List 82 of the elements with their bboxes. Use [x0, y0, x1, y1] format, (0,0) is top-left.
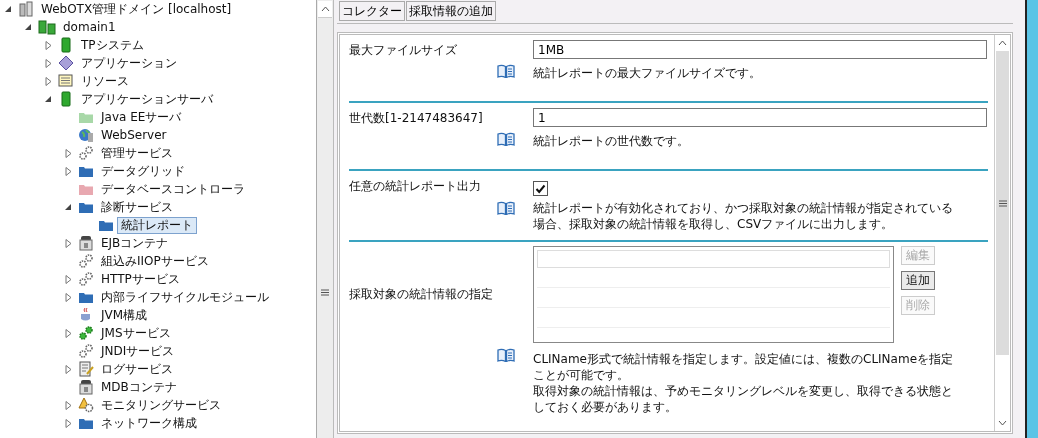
document-pencil-icon	[78, 361, 94, 377]
description-text: CLIName形式で統計情報を指定します。設定値には、複数のCLINameを指定ことが可能です。	[533, 351, 954, 383]
tree-item[interactable]: ログサービス	[97, 360, 177, 378]
document-list-icon	[58, 73, 74, 89]
tree-item[interactable]: WebOTX管理ドメイン [localhost]	[37, 0, 236, 18]
book-icon[interactable]	[497, 348, 515, 362]
expand-arrow-icon[interactable]	[64, 166, 73, 176]
expand-arrow-icon[interactable]	[64, 418, 73, 428]
grip-icon[interactable]	[321, 289, 329, 296]
warning-gear-icon	[78, 397, 94, 413]
tree-item[interactable]: 内部ライフサイクルモジュール	[97, 288, 273, 306]
tree-item[interactable]: データベースコントローラ	[97, 180, 249, 198]
field-label: 世代数[1-2147483647]	[349, 110, 484, 127]
expand-arrow-icon[interactable]	[64, 400, 73, 410]
expand-arrow-icon[interactable]	[64, 292, 73, 302]
book-icon[interactable]	[497, 132, 515, 146]
description-text: 統計レポートの最大ファイルサイズです。	[533, 65, 762, 81]
tree-item[interactable]: JMSサービス	[97, 324, 175, 342]
list-button[interactable]: 追加	[901, 271, 935, 290]
grip-icon[interactable]	[998, 199, 1007, 207]
book-icon[interactable]	[497, 64, 515, 78]
field-label: 採取対象の統計情報の指定	[349, 286, 494, 303]
tree-item[interactable]: ネットワーク構成	[97, 414, 201, 432]
tree-item[interactable]: モニタリングサービス	[97, 396, 225, 414]
tree-item[interactable]: 管理サービス	[97, 144, 177, 162]
scroll-down-icon[interactable]	[998, 420, 1007, 426]
collapse-arrow-icon[interactable]	[44, 94, 53, 104]
field-label: 任意の統計レポート出力	[349, 178, 482, 195]
checkbox[interactable]	[533, 181, 548, 196]
collapse-up-icon[interactable]	[318, 1, 332, 18]
expand-arrow-icon[interactable]	[64, 148, 73, 158]
tree-item[interactable]: JNDIサービス	[97, 342, 179, 360]
container-icon	[78, 235, 94, 251]
tree-item[interactable]: WebServer	[97, 126, 171, 144]
tree-item[interactable]: HTTPサービス	[97, 270, 184, 288]
tree-item[interactable]: Java EEサーバ	[97, 108, 186, 126]
server-icon	[58, 37, 74, 53]
book-icon[interactable]	[497, 201, 515, 215]
tree-item[interactable]: domain1	[59, 18, 120, 36]
description-text: 統計レポートの世代数です。	[533, 133, 690, 149]
collapse-arrow-icon[interactable]	[4, 4, 13, 14]
servers-icon	[38, 19, 56, 35]
tree-item[interactable]: TPシステム	[77, 36, 148, 54]
collapse-arrow-icon[interactable]	[24, 22, 33, 32]
list-box[interactable]	[533, 246, 894, 343]
globe-icon	[78, 127, 94, 143]
toolbar-button[interactable]: 採取情報の追加	[406, 1, 496, 21]
tree-item[interactable]: MDBコンテナ	[97, 378, 181, 396]
tree-item[interactable]: リソース	[77, 72, 133, 90]
expand-arrow-icon[interactable]	[64, 328, 73, 338]
diamond-icon	[58, 55, 74, 71]
container-icon	[78, 379, 94, 395]
gears-icon	[78, 253, 94, 269]
tree-item[interactable]: 診断サービス	[97, 198, 177, 216]
server-icon	[58, 91, 74, 107]
gears-icon	[78, 325, 94, 341]
expand-arrow-icon[interactable]	[44, 40, 53, 50]
tree-item[interactable]: アプリケーション	[77, 54, 181, 72]
expand-arrow-icon[interactable]	[64, 238, 73, 248]
toolbar-button[interactable]: コレクター	[339, 1, 405, 21]
expand-arrow-icon[interactable]	[44, 58, 53, 68]
scrollbar[interactable]	[994, 35, 1010, 431]
expand-arrow-icon[interactable]	[44, 76, 53, 86]
expand-arrow-icon[interactable]	[64, 274, 73, 284]
tree-item[interactable]: EJBコンテナ	[97, 234, 173, 252]
collapse-arrow-icon[interactable]	[64, 202, 73, 212]
field-label: 最大ファイルサイズ	[349, 42, 458, 59]
scroll-up-icon[interactable]	[998, 40, 1007, 46]
description-text: 統計レポートが有効化されており、かつ採取対象の統計情報が指定されている場合、採取対象の統計情報を取得し、CSVファイルに出力します。	[533, 200, 954, 232]
tree-item[interactable]: 組込みIIOPサービス	[97, 252, 213, 270]
gears-icon	[78, 343, 94, 359]
tree-item[interactable]: 統計レポート	[117, 216, 197, 234]
input-field[interactable]: 1	[533, 108, 987, 127]
tree-item[interactable]: JVM構成	[97, 306, 152, 324]
tree-item[interactable]: データグリッド	[97, 162, 189, 180]
expand-arrow-icon[interactable]	[64, 364, 73, 374]
tree-item[interactable]: アプリケーションサーバ	[77, 90, 217, 108]
gears-icon	[78, 271, 94, 287]
description-text: 取得対象の統計情報は、予めモニタリングレベルを変更し、取得できる状態としておく必要があります。	[533, 383, 954, 415]
server-rack-icon	[18, 1, 34, 17]
gears-icon	[78, 145, 94, 161]
input-field[interactable]: 1MB	[533, 40, 987, 59]
